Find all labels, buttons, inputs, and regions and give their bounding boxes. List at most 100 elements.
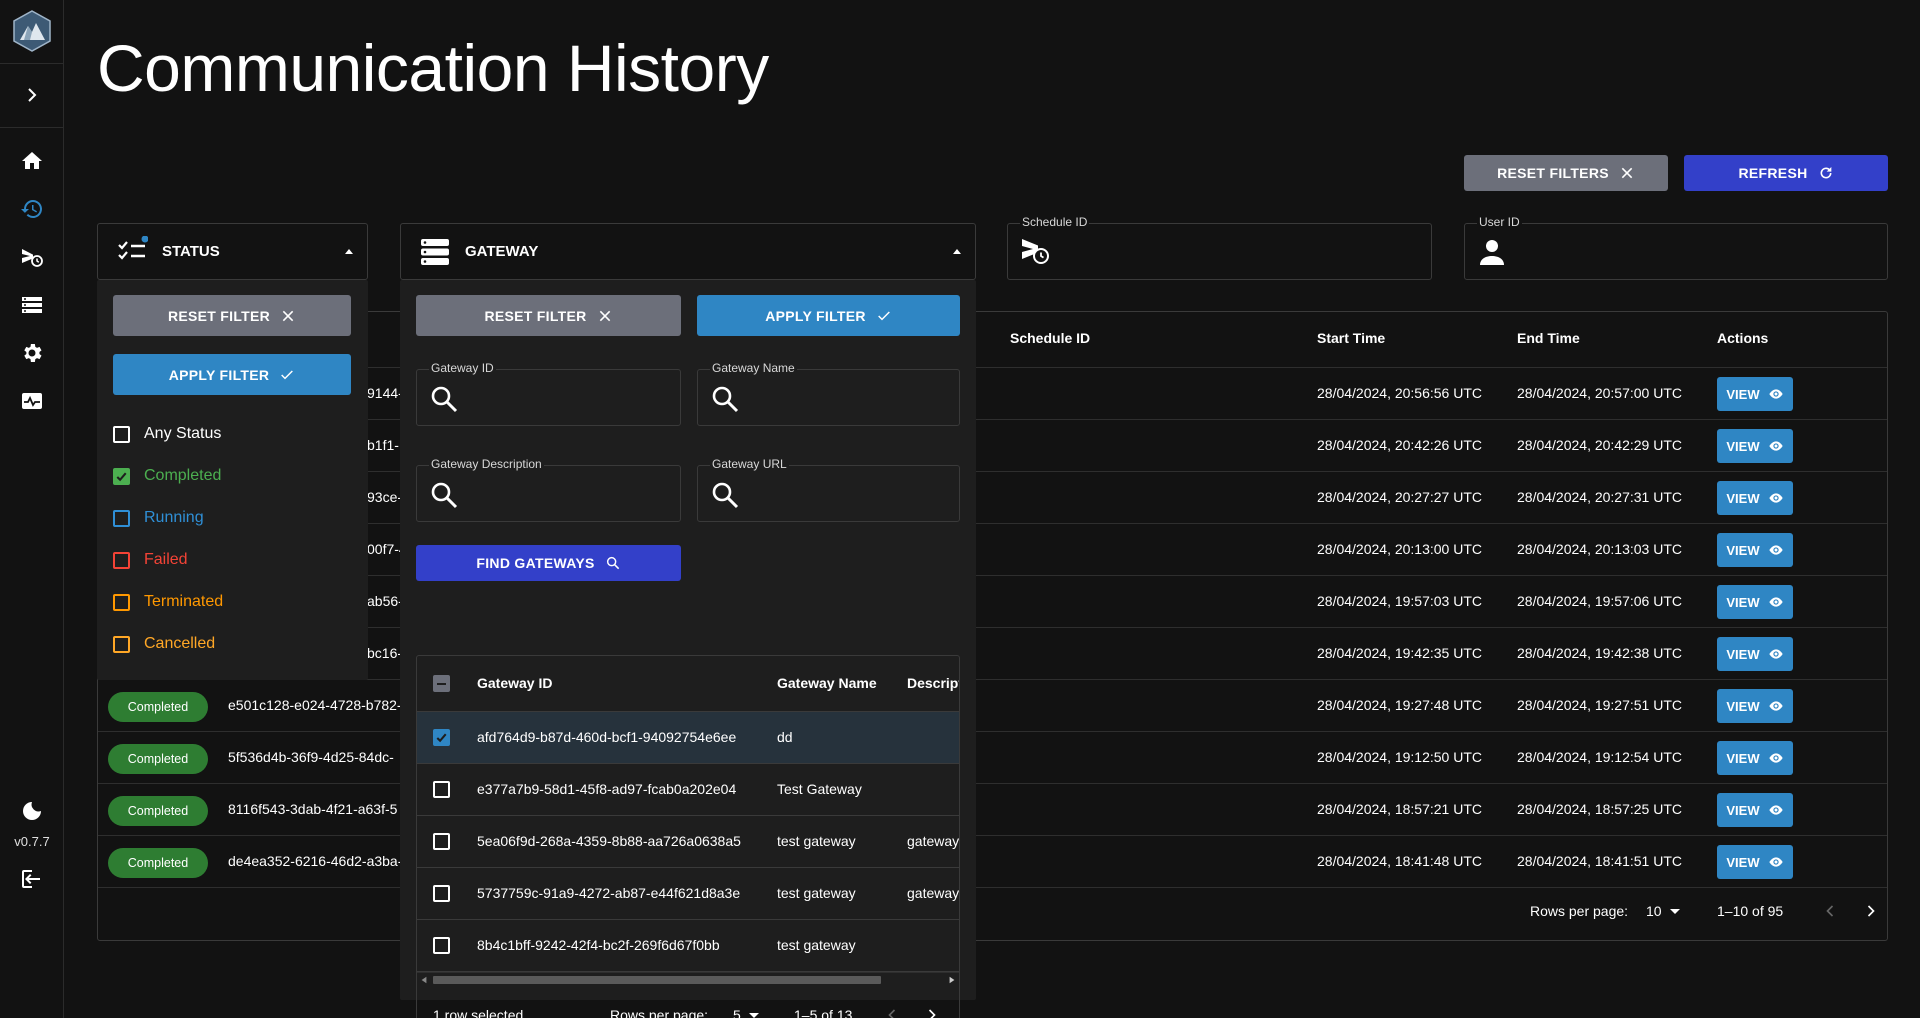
status-apply-filter-button[interactable]: APPLY FILTER [113,354,351,395]
status-filter[interactable]: STATUS [97,223,368,280]
gateway-id-label: Gateway ID [429,361,496,375]
gateway-reset-filter-button[interactable]: RESET FILTER [416,295,681,336]
status-option-failed[interactable]: Failed [113,551,188,569]
gateway-name-field[interactable]: Gateway Name [697,361,960,426]
gateway-url-field[interactable]: Gateway URL [697,457,960,522]
status-option-any-status[interactable]: Any Status [113,425,221,443]
gateway-row[interactable]: 5ea06f9d-268a-4359-8b88-aa726a0638a5 test… [417,816,959,868]
gw-col-description[interactable]: Descripti [907,675,959,691]
reset-filters-button[interactable]: RESET FILTERS [1464,155,1668,191]
status-option-terminated[interactable]: Terminated [113,593,223,611]
gateway-url-label: Gateway URL [710,457,789,471]
prev-page-button[interactable] [1820,901,1840,924]
status-option-running[interactable]: Running [113,509,204,527]
gateway-id: afd764d9-b87d-460d-bcf1-94092754e6ee [477,729,737,745]
gateway-id-field[interactable]: Gateway ID [416,361,681,426]
gateway-row[interactable]: e377a7b9-58d1-45f8-ad97-fcab0a202e04 Test… [417,764,959,816]
sidebar-item-settings[interactable] [16,337,48,369]
col-start-time[interactable]: Start Time [1317,330,1385,346]
gateway-name: dd [777,729,793,745]
gateway-row[interactable]: 5737759c-91a9-4272-ab87-e44f621d8a3e test… [417,868,960,920]
gateway-row-checkbox[interactable] [433,937,450,954]
dark-mode-toggle[interactable] [16,795,48,827]
refresh-button[interactable]: REFRESH [1684,155,1888,191]
gateway-apply-filter-button[interactable]: APPLY FILTER [697,295,960,336]
gw-col-name[interactable]: Gateway Name [777,675,877,691]
col-schedule-id[interactable]: Schedule ID [1010,330,1090,346]
monitor-heart-icon [22,393,42,409]
view-button[interactable]: VIEW [1717,793,1793,827]
find-gateways-button[interactable]: FIND GATEWAYS [416,545,681,581]
user-id-field[interactable]: User ID [1464,215,1888,280]
communication-id: 5f536d4b-36f9-4d25-84dc- [228,749,394,765]
sidebar-item-schedules[interactable] [16,241,48,273]
scroll-thumb[interactable] [433,976,881,984]
gateway-id: e377a7b9-58d1-45f8-ad97-fcab0a202e04 [477,781,737,797]
schedule-id-field[interactable]: Schedule ID [1007,215,1432,280]
gateway-row-checkbox[interactable] [433,833,450,850]
gateway-id: 5737759c-91a9-4272-ab87-e44f621d8a3e [477,885,741,901]
gateway-row-checkbox[interactable] [433,729,450,746]
status-option-label: Any Status [144,425,222,442]
app-logo[interactable] [11,10,53,52]
gateway-row-checkbox[interactable] [433,781,450,798]
status-apply-filter-label: APPLY FILTER [168,366,270,383]
gateway-description-field[interactable]: Gateway Description [416,457,681,522]
select-all-checkbox[interactable] [433,675,450,692]
start-time: 28/04/2024, 20:13:00 UTC [1317,541,1483,557]
moon-icon [23,802,41,820]
gateway-row-checkbox[interactable] [433,885,450,902]
view-label: VIEW [1726,490,1760,506]
logout-button[interactable] [16,863,48,895]
view-button[interactable]: VIEW [1717,429,1793,463]
start-time: 28/04/2024, 20:56:56 UTC [1317,385,1483,401]
gw-rows-per-page-label: Rows per page: [610,1007,709,1018]
caret-up-icon [953,249,961,254]
start-time: 28/04/2024, 19:12:50 UTC [1317,749,1483,765]
sidebar-item-communication-history[interactable] [16,193,48,225]
gateway-row[interactable]: 8b4c1bff-9242-42f4-bc2f-269f6d67f0bb test… [417,920,959,972]
checkbox[interactable] [113,509,130,527]
sidebar-item-monitoring[interactable] [16,385,48,417]
checkbox-checked [433,729,450,746]
checkbox[interactable] [113,635,130,653]
view-button[interactable]: VIEW [1717,377,1793,411]
gw-prev-page-button[interactable] [882,1005,902,1018]
view-button[interactable]: VIEW [1717,533,1793,567]
status-badge: Completed [108,744,208,774]
col-actions: Actions [1717,330,1769,346]
view-button[interactable]: VIEW [1717,585,1793,619]
next-page-button[interactable] [1861,901,1881,924]
pagination-range: 1–10 of 95 [1717,903,1784,919]
status-reset-filter-button[interactable]: RESET FILTER [113,295,351,336]
view-button[interactable]: VIEW [1717,741,1793,775]
eye-icon [1768,545,1783,555]
expand-sidebar-button[interactable] [16,79,48,111]
eye-icon [1768,701,1783,711]
col-end-time[interactable]: End Time [1517,330,1580,346]
status-option-completed[interactable]: Completed [113,467,221,485]
gateway-filter[interactable]: GATEWAY [400,223,976,280]
communication-id: de4ea352-6216-46d2-a3ba- [228,853,403,869]
gw-next-page-button[interactable] [922,1005,942,1018]
gw-rows-per-page-select[interactable]: 5 [733,1007,759,1018]
sidebar-item-gateways[interactable] [16,289,48,321]
view-button[interactable]: VIEW [1717,481,1793,515]
view-button[interactable]: VIEW [1717,845,1793,879]
view-button[interactable]: VIEW [1717,637,1793,671]
checkbox[interactable] [113,593,130,611]
checkbox[interactable] [113,551,130,569]
checkbox[interactable] [113,425,130,443]
view-button[interactable]: VIEW [1717,689,1793,723]
gateway-row[interactable]: afd764d9-b87d-460d-bcf1-94092754e6ee dd [417,712,959,764]
sidebar-item-home[interactable] [16,145,48,177]
table-row: Completed e501c128-e024-4728-b782- 28/04/2… [98,680,1887,732]
eye-icon [1768,753,1783,763]
rows-per-page-select[interactable]: 10 [1646,903,1680,919]
caret-down-icon [1669,908,1680,914]
gateway-description: gateway [907,885,960,901]
horizontal-scrollbar[interactable] [417,972,959,986]
checkbox-checked[interactable] [113,467,130,485]
status-option-cancelled[interactable]: Cancelled [113,635,215,653]
gw-col-id[interactable]: Gateway ID [477,675,552,691]
